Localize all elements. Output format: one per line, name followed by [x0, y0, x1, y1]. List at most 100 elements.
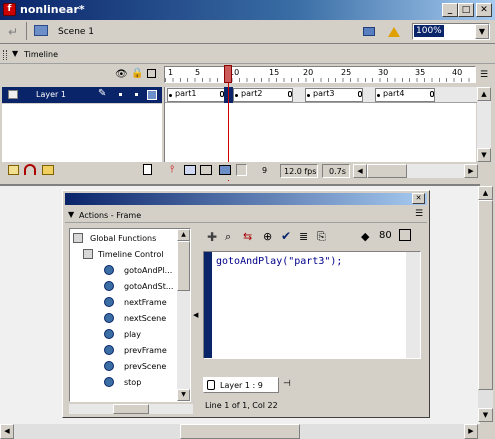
actions-panel-titlebar[interactable]: ✕ [65, 193, 427, 205]
pin-script-icon[interactable]: ⊣ [283, 379, 291, 389]
timeline-menu-icon[interactable]: ☰ [480, 70, 488, 80]
action-icon [104, 297, 114, 307]
script-tab-icon [207, 380, 215, 390]
toolbox-subcategory[interactable]: Timeline Control [98, 250, 163, 259]
insert-folder-icon[interactable] [42, 165, 54, 175]
action-icon [104, 377, 114, 387]
scroll-thumb[interactable] [180, 424, 300, 439]
current-frame-field: 9 [262, 166, 268, 175]
stage-hscroll[interactable]: ◀ ▶ [0, 424, 478, 439]
toolbox-item[interactable]: prevFrame [124, 346, 167, 355]
separator [26, 22, 27, 40]
timeline-panel-header[interactable]: ▼ Timeline [0, 46, 495, 64]
toolbox-item[interactable]: gotoAndSt... [124, 282, 173, 291]
scroll-down-button[interactable]: ▼ [477, 148, 491, 162]
gripper-icon[interactable] [3, 50, 7, 60]
layer-row[interactable]: Layer 1 ✎ [2, 87, 162, 103]
replace-icon[interactable]: ⇆ [243, 230, 252, 243]
scroll-down-button[interactable]: ▼ [478, 408, 493, 422]
frame-ruler[interactable]: 1 5 10 15 20 25 30 35 40 [164, 66, 476, 83]
center-frame-icon[interactable]: ⫯ [170, 164, 174, 175]
target-path-icon[interactable]: ⊕ [263, 230, 272, 243]
lock-dot[interactable] [135, 93, 138, 96]
script-tab[interactable]: Layer 1 : 9 [203, 377, 279, 393]
scroll-thumb[interactable] [478, 200, 493, 390]
find-icon[interactable]: ⌕ [225, 230, 231, 244]
toolbox-item[interactable]: play [124, 330, 141, 339]
script-tab-bar: Layer 1 : 9 ⊣ [203, 375, 421, 395]
view-options-icon[interactable] [399, 229, 411, 241]
onion-markers-icon[interactable] [236, 164, 247, 176]
insert-layer-icon[interactable] [8, 165, 19, 175]
scroll-up-button[interactable]: ▲ [478, 186, 493, 200]
edit-scene-icon[interactable] [362, 24, 378, 38]
maximize-button[interactable]: □ [458, 3, 474, 17]
zoom-select[interactable]: 100% ▼ [412, 23, 490, 40]
panel-menu-icon[interactable]: ☰ [415, 209, 423, 219]
scroll-up-button[interactable]: ▲ [177, 229, 190, 241]
scroll-thumb[interactable] [367, 164, 407, 178]
scene-icon [34, 25, 48, 36]
scroll-thumb[interactable] [113, 404, 149, 414]
toolbox-item[interactable]: gotoAndPl... [124, 266, 172, 275]
keyframe-dot [377, 94, 380, 97]
lock-icon[interactable]: 🔒 [131, 68, 143, 79]
visibility-dot[interactable] [119, 93, 122, 96]
outline-icon[interactable] [147, 69, 156, 78]
playhead[interactable] [224, 65, 232, 83]
scroll-down-button[interactable]: ▼ [177, 389, 190, 401]
elapsed-time-value: 0.7s [329, 167, 346, 176]
ruler-ticks [165, 78, 475, 82]
close-button[interactable]: ✕ [476, 3, 492, 17]
editor-vscroll[interactable] [406, 252, 420, 358]
toolbox-vscroll[interactable]: ▲ ▼ [177, 229, 190, 401]
onion-skin-icon[interactable] [184, 165, 196, 175]
script-editor[interactable]: gotoAndPlay("part3"); [203, 251, 421, 359]
script-line[interactable]: gotoAndPlay("part3"); [216, 256, 342, 267]
code-hint-icon[interactable]: ⎘ [317, 230, 326, 244]
eye-icon[interactable]: 👁 [115, 69, 128, 80]
panel-splitter[interactable]: ◀ [193, 311, 198, 319]
stage-vscroll[interactable]: ▲ ▼ [478, 186, 493, 422]
collapse-arrow-icon[interactable]: ▼ [12, 49, 18, 58]
scroll-left-button[interactable]: ◀ [0, 424, 14, 439]
scroll-up-button[interactable]: ▲ [477, 87, 491, 101]
add-item-icon[interactable]: ✚ [207, 230, 217, 244]
actions-panel-header[interactable]: ▼ Actions - Frame ☰ [65, 207, 427, 223]
toolbox-item[interactable]: nextScene [124, 314, 166, 323]
onion-outline-icon[interactable] [200, 165, 212, 175]
add-motion-guide-icon[interactable] [24, 164, 36, 175]
toolbox-item[interactable]: nextFrame [124, 298, 167, 307]
scroll-left-button[interactable]: ◀ [353, 164, 367, 178]
collapse-arrow-icon[interactable]: ▼ [68, 210, 74, 219]
toolbox-item[interactable]: prevScene [124, 362, 166, 371]
trash-icon[interactable] [143, 164, 152, 175]
actions-hscroll[interactable] [69, 404, 193, 414]
ruler-tick-label: 40 [452, 68, 463, 77]
back-arrow-icon[interactable]: ↵ [8, 25, 18, 39]
reference-icon[interactable]: 80 [379, 230, 392, 241]
panel-close-button[interactable]: ✕ [412, 193, 425, 204]
auto-format-icon[interactable]: ≣ [299, 230, 308, 243]
scroll-thumb[interactable] [177, 241, 190, 291]
layer-name[interactable]: Layer 1 [36, 90, 66, 99]
chevron-down-icon[interactable]: ▼ [475, 24, 489, 39]
timeline-hscroll[interactable]: ◀ ▶ [353, 164, 478, 178]
end-frame-marker [288, 91, 292, 97]
check-syntax-icon[interactable]: ✔ [281, 229, 291, 243]
edit-multiple-icon[interactable] [219, 165, 231, 175]
timeline-vscroll[interactable]: ▲ ▼ [477, 87, 491, 162]
actions-toolbox[interactable]: Global Functions Timeline Control gotoAn… [69, 228, 191, 402]
frames-area[interactable]: part1 part2 part3 part4 [164, 87, 477, 162]
scroll-right-button[interactable]: ▶ [464, 424, 478, 439]
flash-document-icon: f [3, 3, 16, 16]
scroll-right-button[interactable]: ▶ [464, 164, 478, 178]
action-icon [104, 265, 114, 275]
scene-label[interactable]: Scene 1 [58, 27, 94, 37]
outline-color-box[interactable] [147, 90, 157, 100]
debug-options-icon[interactable]: ◆ [361, 230, 369, 243]
toolbox-category[interactable]: Global Functions [90, 234, 156, 243]
toolbox-item[interactable]: stop [124, 378, 141, 387]
edit-symbols-icon[interactable] [386, 24, 402, 38]
minimize-button[interactable]: _ [442, 3, 458, 17]
